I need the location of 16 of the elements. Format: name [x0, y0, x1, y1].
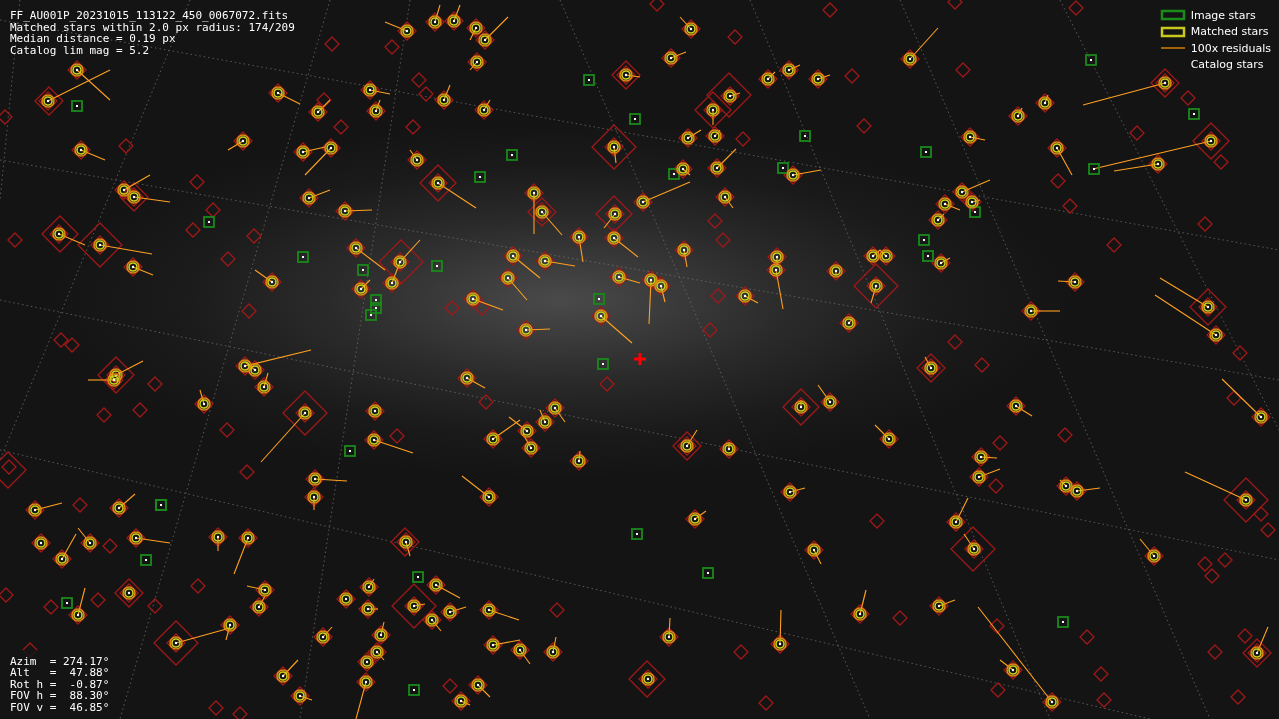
legend-label: Matched stars	[1190, 25, 1269, 39]
image-star-swatch-icon	[1159, 9, 1186, 22]
center-cross-icon	[634, 353, 646, 365]
info-text-line: Matched stars within 2.0 px radius: 174/209	[10, 21, 295, 33]
info-text-line: Azim = 274.17°	[10, 655, 110, 667]
info-text-line: FOV v = 46.85°	[10, 701, 110, 713]
info-text-line: Catalog lim mag = 5.2	[10, 44, 151, 56]
info-text-line: FF_AU001P_20231015_113122_450_0067072.fits	[10, 10, 290, 22]
legend-label: 100x residuals	[1190, 41, 1271, 55]
info-text-line: Rot h = -0.87°	[10, 678, 110, 690]
info-text-line: Alt = 47.88°	[10, 667, 110, 679]
info-text-line: FOV h = 88.30°	[10, 690, 110, 702]
matched-star-swatch-icon	[1159, 25, 1186, 38]
legend-label: Image stars	[1190, 8, 1256, 22]
info-text-line: Median distance = 0.19 px	[10, 33, 176, 45]
legend-label: Catalog stars	[1190, 58, 1264, 72]
